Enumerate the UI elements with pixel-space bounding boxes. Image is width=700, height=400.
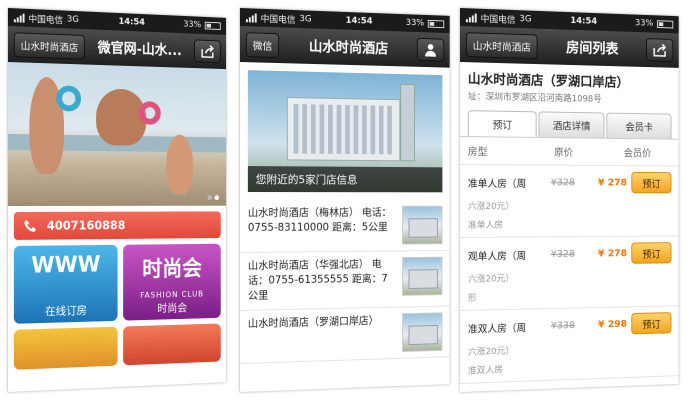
store-info: 山水时尚酒店（罗湖口岸店）: [247, 314, 379, 330]
battery-icon: [656, 20, 674, 29]
room-name: 准双人房（周: [467, 322, 527, 336]
room-row: 准双人房（周 ¥338 ¥ 298 预订 六涨20元） 准双人房: [460, 306, 679, 384]
call-button[interactable]: 4007160888: [13, 211, 221, 240]
room-type-detail: 准双人房: [467, 365, 503, 377]
battery-icon: [204, 21, 221, 30]
phone-screen-store-list: 中国电信 3G 14:54 33% 微信 山水时尚酒店 您附近的5家门店信息 山…: [240, 8, 450, 392]
clock: 14:54: [570, 16, 598, 27]
store-info: 山水时尚酒店（华强北店） 电话：0755-61355555 距离：7公里: [247, 258, 388, 302]
book-button[interactable]: 预订: [631, 171, 672, 194]
room-note: 六涨20元）: [467, 201, 515, 212]
original-price: ¥328: [550, 248, 575, 260]
room-note: 六涨20元）: [467, 274, 515, 285]
store-item[interactable]: 山水时尚酒店（华强北店） 电话：0755-61355555 距离：7公里: [240, 250, 450, 311]
phone-icon: [24, 219, 37, 232]
network-label: 3G: [299, 14, 312, 25]
store-item[interactable]: 山水时尚酒店（罗湖口岸店）: [240, 306, 450, 364]
page-title: 山水时尚酒店: [308, 39, 389, 58]
battery-percent: 33%: [634, 18, 654, 29]
hotel-address: 址：深圳市罗湖区沿河南路1098号: [467, 92, 602, 105]
tab-hotel-details[interactable]: 酒店详情: [538, 111, 605, 138]
carrier-label: 中国电信: [260, 14, 296, 26]
page-title: 房间列表: [566, 40, 619, 58]
room-type-detail: 准单人房: [467, 220, 503, 231]
tile-promo[interactable]: [122, 323, 221, 366]
phone-number: 4007160888: [46, 218, 126, 233]
member-price: ¥ 278: [597, 177, 628, 188]
share-button[interactable]: [645, 38, 674, 63]
member-price: ¥ 298: [597, 318, 628, 330]
original-price: ¥328: [550, 176, 575, 188]
tile-fashion-club[interactable]: 时尚会 FASHION CLUB 时尚会: [122, 243, 221, 321]
room-name: 准单人房（周: [467, 178, 527, 190]
phone-screen-official-site: 中国电信 3G 14:54 33% 山水时尚酒店 微官网-山水... 40071…: [8, 8, 227, 392]
page-title: 微官网-山水...: [97, 40, 182, 60]
column-original-price: 原价: [554, 147, 574, 159]
store-thumbnail: [402, 312, 443, 353]
share-icon: [200, 44, 214, 58]
book-button[interactable]: 预订: [631, 312, 672, 335]
room-table-header: 房型 原价 会员价: [460, 137, 679, 167]
back-button[interactable]: 山水时尚酒店: [465, 31, 538, 59]
www-icon: WWW: [31, 252, 101, 279]
banner-image[interactable]: [8, 62, 227, 206]
share-button[interactable]: [194, 39, 221, 64]
room-row: 准单人房（周 ¥328 ¥ 278 预订 六涨20元） 准单人房: [460, 165, 679, 238]
clock: 14:54: [118, 16, 145, 28]
back-button[interactable]: 微信: [245, 31, 280, 58]
nav-bar: 微信 山水时尚酒店: [240, 26, 450, 68]
network-label: 3G: [519, 14, 532, 25]
profile-button[interactable]: [416, 37, 445, 62]
tile-gift[interactable]: [13, 326, 118, 370]
person-icon: [425, 43, 437, 57]
signal-icon: [13, 13, 25, 23]
store-thumbnail: [402, 256, 443, 296]
banner-caption: 您附近的5家门店信息: [247, 166, 443, 193]
nav-bar: 山水时尚酒店 房间列表: [460, 26, 679, 68]
tab-member-card[interactable]: 会员卡: [606, 112, 672, 139]
tile-online-booking[interactable]: WWW 在线订房: [13, 244, 118, 324]
book-button[interactable]: 预订: [631, 242, 672, 264]
room-row: 观单人房（周 ¥328 ¥ 278 预订 六涨20元） 形: [460, 236, 679, 311]
tile-label: 在线订房: [45, 304, 87, 318]
signal-icon: [245, 13, 257, 23]
carrier-label: 中国电信: [480, 14, 516, 26]
carrier-label: 中国电信: [28, 14, 64, 26]
hotel-header: 山水时尚酒店（罗湖口岸店） 址：深圳市罗湖区沿河南路1098号: [460, 62, 679, 110]
battery-percent: 33%: [405, 18, 425, 29]
feature-tiles: WWW 在线订房 时尚会 FASHION CLUB 时尚会: [8, 243, 226, 370]
hotel-banner[interactable]: 您附近的5家门店信息: [247, 70, 443, 193]
room-type-detail: 形: [467, 293, 477, 304]
signal-icon: [465, 13, 477, 23]
store-item[interactable]: 山水时尚酒店（梅林店） 电话：0755-83110000 距离：5公里: [240, 200, 450, 253]
hotel-name: 山水时尚酒店（罗湖口岸店）: [467, 72, 629, 91]
store-thumbnail: [402, 205, 443, 245]
store-info: 山水时尚酒店（梅林店） 电话：0755-83110000 距离：5公里: [247, 206, 392, 234]
fashion-club-sub: FASHION CLUB: [140, 289, 204, 300]
tab-booking[interactable]: 预订: [467, 110, 537, 137]
battery-percent: 33%: [183, 19, 202, 31]
fashion-club-logo: 时尚会: [142, 257, 202, 283]
tab-bar: 预订 酒店详情 会员卡: [460, 106, 679, 140]
column-room-type: 房型: [467, 147, 488, 159]
column-member-price: 会员价: [623, 148, 652, 160]
member-price: ¥ 278: [597, 247, 628, 259]
room-note: 六涨20元）: [467, 346, 515, 358]
back-button[interactable]: 山水时尚酒店: [13, 31, 85, 60]
original-price: ¥338: [550, 319, 575, 332]
clock: 14:54: [345, 15, 373, 27]
share-icon: [652, 43, 667, 57]
battery-icon: [427, 19, 445, 29]
network-label: 3G: [66, 14, 79, 25]
room-name: 观单人房（周: [467, 250, 527, 263]
tile-label: 时尚会: [157, 301, 188, 315]
phone-screen-room-list: 中国电信 3G 14:54 33% 山水时尚酒店 房间列表 山水时尚酒店（罗湖口…: [460, 8, 679, 392]
carousel-dots: [207, 195, 219, 200]
